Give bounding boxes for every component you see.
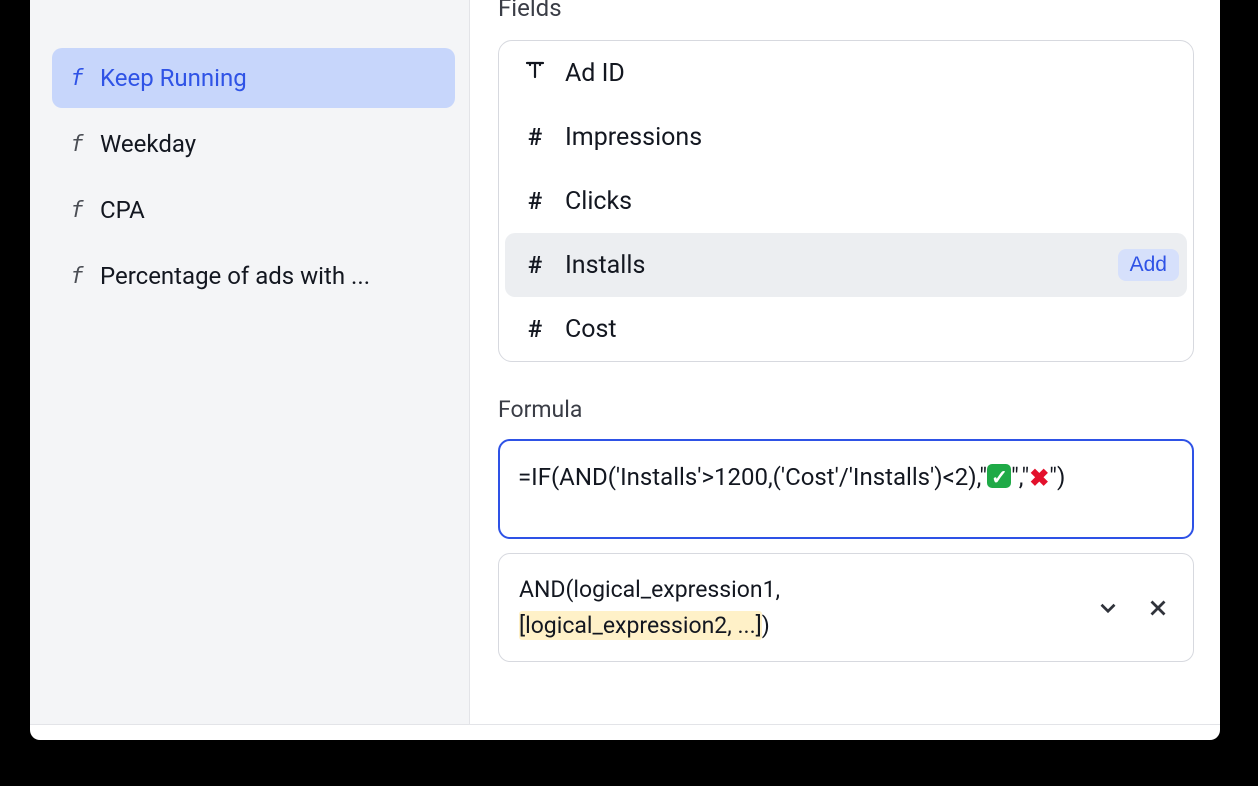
number-type-icon: #: [521, 123, 549, 151]
formula-section-label: Formula: [498, 396, 1194, 423]
close-icon[interactable]: [1143, 593, 1173, 623]
fields-list: Ad ID # Impressions # Clicks: [498, 40, 1194, 362]
sidebar-item-label: Weekday: [100, 130, 196, 158]
sidebar-item-cpa[interactable]: f CPA: [52, 180, 455, 240]
formula-input[interactable]: =IF(AND('Installs'>1200,('Cost'/'Install…: [498, 439, 1194, 539]
number-type-icon: #: [521, 315, 549, 343]
field-label: Ad ID: [565, 59, 625, 88]
field-row-clicks[interactable]: # Clicks: [499, 169, 1193, 233]
field-label: Cost: [565, 315, 617, 344]
cross-mark-icon: ✖: [1029, 464, 1049, 492]
formula-list-sidebar: f Keep Running f Weekday f CPA f Percent…: [30, 0, 470, 725]
field-row-impressions[interactable]: # Impressions: [499, 105, 1193, 169]
formula-icon: f: [68, 198, 86, 223]
chevron-down-icon[interactable]: [1093, 593, 1123, 623]
number-type-icon: #: [521, 187, 549, 215]
sidebar-item-weekday[interactable]: f Weekday: [52, 114, 455, 174]
formula-icon: f: [68, 132, 86, 157]
sidebar-item-keep-running[interactable]: f Keep Running: [52, 48, 455, 108]
checkmark-icon: [987, 464, 1011, 488]
field-label: Clicks: [565, 187, 632, 216]
formula-text-prefix: =IF(AND('Installs'>1200,('Cost'/'Install…: [518, 463, 987, 491]
function-hint-text: AND(logical_expression1, [logical_expres…: [519, 572, 780, 643]
sidebar-item-label: Percentage of ads with ...: [100, 262, 370, 290]
field-row-installs[interactable]: # Installs Add: [505, 233, 1187, 297]
formula-text-suffix: "): [1049, 463, 1065, 491]
add-field-button[interactable]: Add: [1118, 249, 1179, 281]
text-type-icon: [521, 58, 549, 88]
sidebar-item-label: Keep Running: [100, 64, 247, 92]
formula-text-mid: ",": [1011, 463, 1029, 491]
formula-icon: f: [68, 66, 86, 91]
field-row-ad-id[interactable]: Ad ID: [499, 41, 1193, 105]
hint-line1: AND(logical_expression1,: [519, 576, 780, 603]
hint-tail: ): [762, 612, 770, 639]
field-label: Impressions: [565, 123, 702, 152]
hint-highlight: [logical_expression2, ...]: [519, 611, 762, 640]
field-label: Installs: [565, 251, 645, 280]
field-row-cost[interactable]: # Cost: [499, 297, 1193, 361]
number-type-icon: #: [521, 251, 549, 279]
fields-section-label: Fields: [498, 0, 1194, 22]
function-hint: AND(logical_expression1, [logical_expres…: [498, 553, 1194, 662]
sidebar-item-label: CPA: [100, 196, 145, 224]
formula-editor-panel: Fields Ad ID # Impressions: [470, 0, 1220, 725]
formula-icon: f: [68, 264, 86, 289]
sidebar-item-percentage[interactable]: f Percentage of ads with ...: [52, 246, 455, 306]
